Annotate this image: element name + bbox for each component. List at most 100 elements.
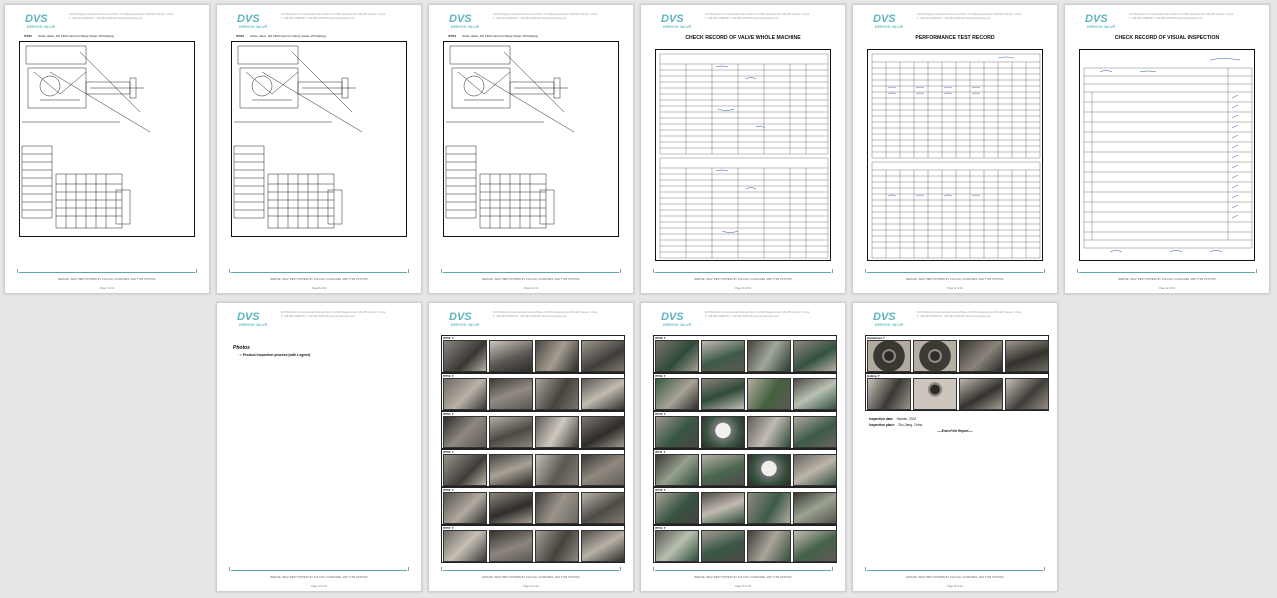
company-address: DVS Building & International Finance Pla…	[493, 311, 598, 318]
document-page-7: DVS DERVOS VALVE DVS Building & Internati…	[4, 4, 210, 294]
inspection-date: Inspection date: Xiamen, 2022	[869, 417, 917, 421]
inspection-photo-grid: ITP02 ▼ ITP03 ▼ ITP04 ▼ ITP05 ▼ ITP06 ▼ …	[441, 335, 625, 563]
svg-text:DERVOS VALVE: DERVOS VALVE	[451, 25, 480, 29]
photo-row: ITP04 ▼	[441, 411, 625, 449]
photo-row: ITP11 ▼	[653, 449, 837, 487]
photo-row: Bolting ▼	[865, 373, 1049, 411]
svg-text:DERVOS VALVE: DERVOS VALVE	[663, 25, 692, 29]
svg-text:DVS: DVS	[1085, 13, 1108, 25]
svg-text:DVS: DVS	[449, 311, 472, 323]
inspection-photo	[701, 340, 745, 372]
page-number: Page 11 of 16	[947, 287, 963, 290]
company-address: DVS Building & International Finance Pla…	[705, 13, 810, 20]
page-header: DVS DERVOS VALVE DVS Building & Internati…	[447, 11, 619, 33]
section-title: PERFORMANCE TEST RECORD	[915, 35, 995, 41]
inspection-photo	[655, 492, 699, 524]
inspection-photo	[701, 378, 745, 410]
inspection-photo	[959, 378, 1003, 410]
photo-row: ITP03 ▼	[441, 373, 625, 411]
inspection-photo	[793, 454, 837, 486]
photo-row: ITP02 ▼	[441, 335, 625, 373]
svg-text:DERVOS VALVE: DERVOS VALVE	[875, 323, 904, 327]
performance-test-record-scan	[867, 49, 1043, 261]
page-number: Page 9 of 16	[523, 287, 539, 290]
inspection-photo	[793, 492, 837, 524]
page-number: Page 7 of 16	[99, 287, 115, 290]
svg-text:DERVOS VALVE: DERVOS VALVE	[1087, 25, 1116, 29]
inspection-photo	[1005, 378, 1049, 410]
company-address: DVS Building & International Finance Pla…	[1129, 13, 1234, 20]
photo-row: ITP13 ▼	[653, 525, 837, 563]
inspection-photo	[489, 416, 533, 448]
inspection-photo	[443, 416, 487, 448]
valve-drawing: ITP02 Globe Valve, DN 1500 Cast Iron Body…	[19, 34, 195, 237]
valve-cross-section-drawing	[21, 45, 151, 229]
dvs-logo: DVSDERVOS VALVE	[237, 13, 268, 29]
inspection-photo	[535, 530, 579, 562]
record-form-scan	[1083, 58, 1253, 253]
page-number: Page 15 of 16	[735, 585, 751, 588]
svg-text:DVS: DVS	[873, 311, 896, 323]
photo-row: ITP07 ▼	[441, 525, 625, 563]
dvs-logo: DVSDERVOS VALVE	[237, 311, 268, 327]
document-page-9: DVS DERVOS VALVE DVS Building & Internati…	[428, 4, 634, 294]
inspection-place: Inspection place: Zhu Jiang, China	[869, 423, 923, 427]
dvs-logo: DVSDERVOS VALVE	[449, 13, 480, 29]
inspection-photo	[1005, 340, 1049, 372]
footer-rule	[1077, 269, 1257, 273]
valve-cross-section-drawing	[445, 45, 575, 229]
page-header: DVS DERVOS VALVE DVS Building & Internati…	[1083, 11, 1255, 33]
page-header: DVS DERVOS VALVE DVS Building & Internati…	[235, 11, 407, 33]
inspection-photo	[535, 492, 579, 524]
document-page-14: DVS DERVOS VALVE DVS Building & Internati…	[428, 302, 634, 592]
svg-text:DVS: DVS	[237, 13, 260, 25]
inspection-photo	[793, 530, 837, 562]
inspection-photo	[581, 340, 625, 372]
inspection-photo	[793, 416, 837, 448]
inspection-photo	[701, 530, 745, 562]
photo-row: ITP06 ▼	[441, 487, 625, 525]
document-page-12: DVS DERVOS VALVE DVS Building & Internati…	[1064, 4, 1270, 294]
inspection-photo	[443, 530, 487, 562]
inspection-photo	[443, 378, 487, 410]
footer-text: REFUSE, HELP, BEST PATTERN BY CULLING, F…	[270, 576, 368, 579]
inspection-photo	[535, 454, 579, 486]
page-header: DVS DERVOS VALVE DVS Building & Internati…	[871, 11, 1043, 33]
inspection-photo	[489, 454, 533, 486]
drawing-caption: ITP02 Globe Valve, DN 1500 Cast Iron Body…	[24, 34, 114, 38]
company-address: DVS Building & International Finance Pla…	[281, 13, 386, 20]
valve-drawing: ITP03 Globe Valve, DN 1500 Cast Iron Body…	[231, 34, 407, 237]
dvs-logo: DVSDERVOS VALVE	[449, 311, 480, 327]
company-address: DVS Building & International Finance Pla…	[705, 311, 810, 318]
footer-rule	[17, 269, 197, 273]
page-header: DVS DERVOS VALVE DVS Building & Internati…	[871, 309, 1043, 331]
svg-text:DVS: DVS	[449, 13, 472, 25]
photo-row: ITP12 ▼	[653, 487, 837, 525]
whole-machine-record-scan	[655, 49, 831, 261]
inspection-photo	[655, 378, 699, 410]
svg-text:DVS: DVS	[237, 311, 260, 323]
inspection-photo	[655, 454, 699, 486]
inspection-photo	[443, 454, 487, 486]
footer-text: REFUSE, HELP, BEST PATTERN BY CULLING, F…	[482, 576, 580, 579]
dvs-logo: DVSDERVOS VALVE	[873, 311, 904, 327]
footer-rule	[441, 269, 621, 273]
page-header: DVS DERVOS VALVE DVS Building & Internati…	[447, 309, 619, 331]
document-page-16: DVS DERVOS VALVE DVS Building & Internati…	[852, 302, 1058, 592]
footer-rule	[441, 567, 621, 571]
valve-drawing: ITP04 Globe Valve, DN 1500 Cast Iron Body…	[443, 34, 619, 237]
record-form-scan	[659, 53, 829, 259]
inspection-photo	[581, 492, 625, 524]
page-number: Page 8 of 16	[311, 287, 327, 290]
svg-text:DERVOS VALVE: DERVOS VALVE	[451, 323, 480, 327]
dvs-logo: DVSDERVOS VALVE	[661, 311, 692, 327]
inspection-photo	[701, 454, 745, 486]
inspection-photo	[489, 378, 533, 410]
inspection-photo	[581, 454, 625, 486]
inspection-photo	[535, 416, 579, 448]
footer-text: REFUSE, HELP, BEST PATTERN BY CULLING, F…	[58, 278, 156, 281]
footer-text: REFUSE, HELP, BEST PATTERN BY CULLING, F…	[482, 278, 580, 281]
inspection-photo	[443, 340, 487, 372]
footer-text: REFUSE, HELP, BEST PATTERN BY CULLING, F…	[694, 576, 792, 579]
footer-rule	[653, 269, 833, 273]
